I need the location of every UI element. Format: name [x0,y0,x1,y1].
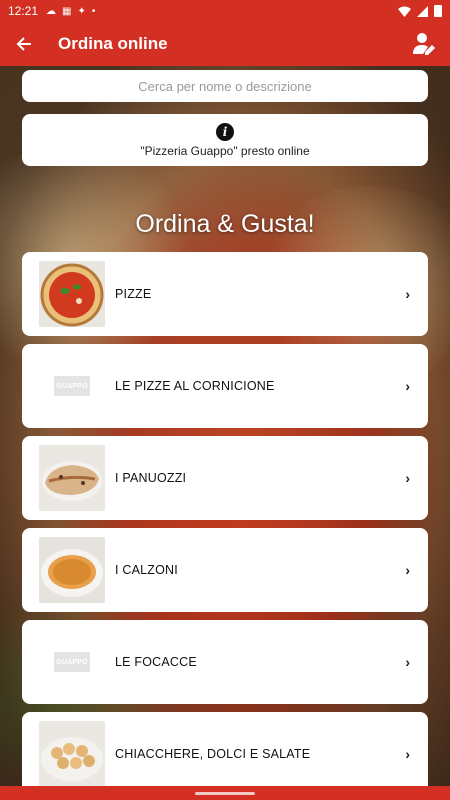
signal-icon [417,5,428,17]
category-item-pizze-al-cornicione[interactable]: GUAPPO LE PIZZE AL CORNICIONE › [22,344,428,428]
status-notification-icons: ☁ ▦ ✦ • [46,6,95,17]
category-label: LE FOCACCE [115,655,197,669]
calendar-icon: ▦ [62,5,72,17]
panuozzo-thumbnail [39,445,105,511]
guappo-logo-thumbnail: GUAPPO [39,353,105,419]
cloud-icon: ☁ [46,5,57,17]
battery-icon [434,5,442,17]
category-item-panuozzi[interactable]: I PANUOZZI › [22,436,428,520]
main-content: i "Pizzeria Guappo" presto online Ordina… [0,66,450,796]
navigation-bar [0,786,450,800]
guappo-logo-thumbnail: GUAPPO [39,629,105,695]
info-icon: i [216,122,234,141]
account-edit-icon [413,33,435,55]
category-label: PIZZE [115,287,152,301]
page-title: Ordina online [58,34,168,53]
gesture-handle[interactable] [195,791,255,795]
category-label: I CALZONI [115,563,178,577]
category-label: LE PIZZE AL CORNICIONE [115,379,275,393]
status-time: 12:21 [8,4,39,18]
pizza-thumbnail [39,261,105,327]
calzone-thumbnail [39,537,105,603]
category-label: I PANUOZZI [115,471,187,485]
category-item-focacce[interactable]: GUAPPO LE FOCACCE › [22,620,428,704]
dot-icon: • [91,5,96,17]
dough-balls-thumbnail [39,721,105,787]
chevron-right-icon: › [405,654,410,670]
app-bar: Ordina online [0,22,450,66]
settings-icon: ✦ [77,5,86,17]
headline: Ordina & Gusta! [135,210,315,238]
chevron-right-icon: › [405,746,410,762]
guappo-logo: GUAPPO [54,376,90,396]
wifi-icon [398,6,411,17]
arrow-left-icon [16,37,31,51]
chevron-right-icon: › [405,470,410,486]
account-button[interactable] [402,22,446,66]
guappo-logo: GUAPPO [54,652,90,672]
search-input[interactable] [22,70,428,102]
category-item-chiacchere[interactable]: CHIACCHERE, DOLCI E SALATE › [22,712,428,796]
category-label: CHIACCHERE, DOLCI E SALATE [115,747,311,761]
info-text: "Pizzeria Guappo" presto online [140,143,310,158]
category-item-pizze[interactable]: PIZZE › [22,252,428,336]
back-button[interactable] [2,22,46,66]
status-bar: 12:21 ☁ ▦ ✦ • [0,0,450,22]
chevron-right-icon: › [405,562,410,578]
info-card: i "Pizzeria Guappo" presto online [22,114,428,166]
chevron-right-icon: › [405,286,410,302]
status-system-icons [398,5,442,17]
category-item-calzoni[interactable]: I CALZONI › [22,528,428,612]
chevron-right-icon: › [405,378,410,394]
